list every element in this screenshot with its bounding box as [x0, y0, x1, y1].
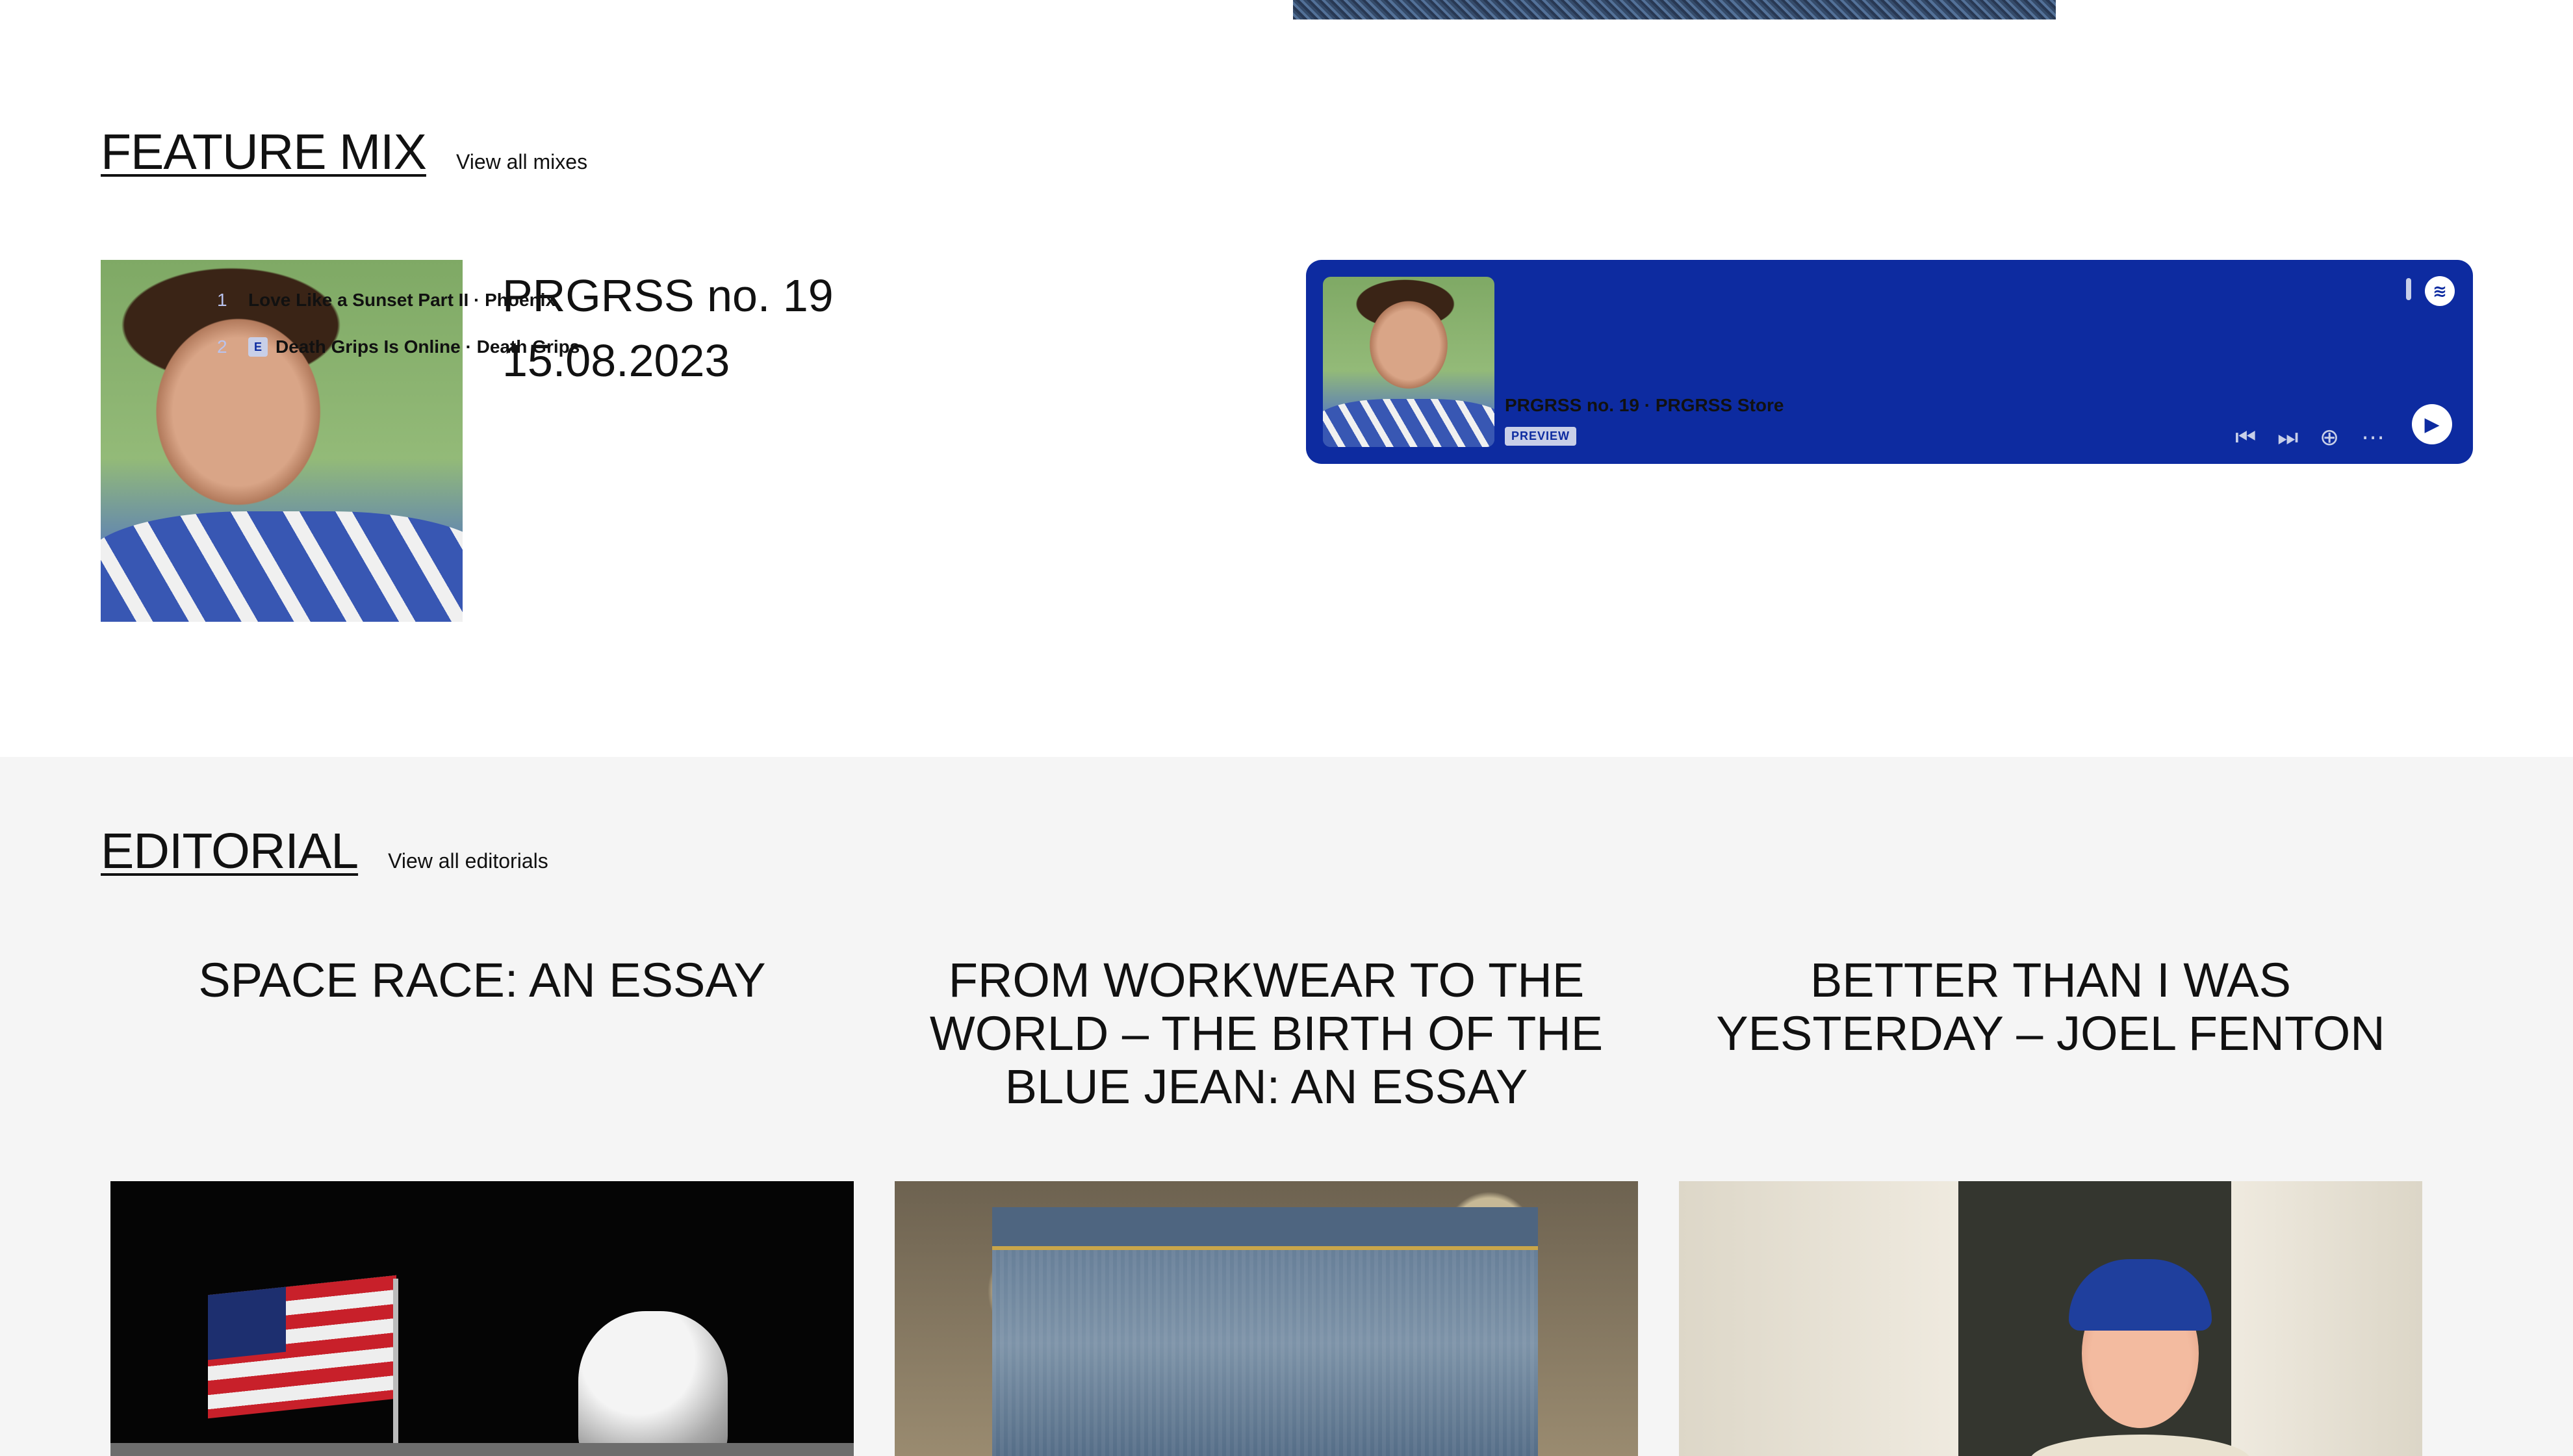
next-icon[interactable]: ⏭: [2277, 424, 2298, 452]
previous-section-image[interactable]: [1293, 0, 2056, 19]
article-title-space-race[interactable]: SPACE RACE: AN ESSAY: [110, 954, 854, 1007]
view-all-editorials-link[interactable]: View all editorials: [388, 849, 548, 873]
previous-icon[interactable]: ⏮: [2235, 424, 2256, 452]
editorial-header: EDITORIAL View all editorials: [101, 823, 548, 880]
feature-mix-header: FEATURE MIX View all mixes: [101, 123, 587, 181]
article-image-joel-fenton[interactable]: [1679, 1181, 2422, 1456]
more-icon[interactable]: ⋯: [2361, 424, 2385, 451]
play-icon[interactable]: ▶: [2412, 404, 2452, 444]
playlist-meta[interactable]: PRGRSS no. 19 · PRGRSS Store: [1505, 395, 1784, 416]
view-all-mixes-link[interactable]: View all mixes: [456, 150, 587, 174]
preview-badge: PREVIEW: [1505, 427, 1577, 446]
mix-info[interactable]: PRGRSS no. 19 15.08.2023: [502, 263, 834, 393]
feature-mix-heading[interactable]: FEATURE MIX: [101, 123, 427, 181]
track-row-2[interactable]: 2 E Death Grips Is Online · Death Grips: [217, 337, 580, 357]
article-image-space-race[interactable]: [110, 1181, 854, 1456]
mix-cover-image[interactable]: [101, 260, 463, 622]
track-row-1[interactable]: 1 Love Like a Sunset Part II · Phoenix: [217, 290, 556, 311]
tracklist-scrollbar[interactable]: [2406, 278, 2411, 300]
editorial-heading[interactable]: EDITORIAL: [101, 823, 359, 880]
article-image-blue-jean[interactable]: [895, 1181, 1638, 1456]
track-number: 1: [217, 290, 227, 310]
track-number: 2: [217, 337, 227, 357]
article-title-joel-fenton[interactable]: BETTER THAN I WAS YESTERDAY – JOEL FENTO…: [1679, 954, 2422, 1060]
article-title-blue-jean[interactable]: FROM WORKWEAR TO THE WORLD – THE BIRTH O…: [895, 954, 1638, 1114]
track-title: Love Like a Sunset Part II · Phoenix: [248, 290, 556, 310]
add-icon[interactable]: ⊕: [2320, 424, 2339, 451]
explicit-badge: E: [248, 337, 268, 357]
spotify-icon[interactable]: ≋: [2425, 276, 2455, 306]
track-title: Death Grips Is Online · Death Grips: [275, 337, 580, 357]
playlist-cover-image[interactable]: [1323, 277, 1494, 447]
